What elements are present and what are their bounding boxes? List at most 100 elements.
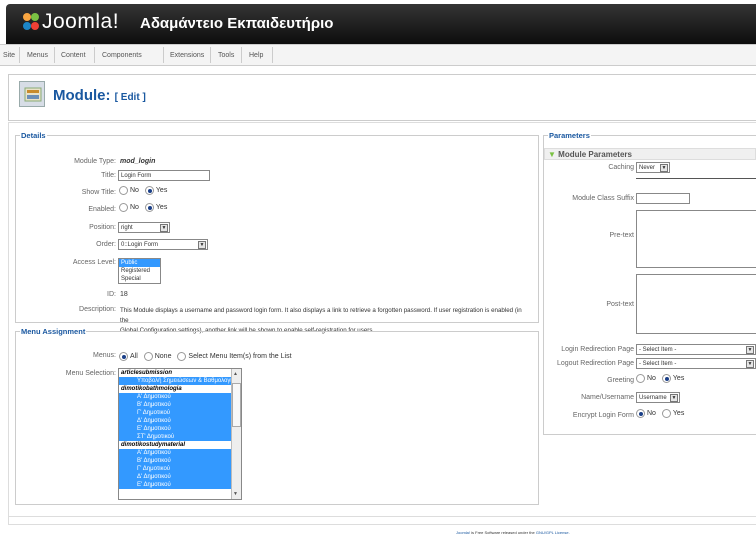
page-title-text: Module: — [53, 87, 111, 104]
site-name: Αδαμάντειο Εκπαιδευτήριο — [140, 15, 334, 32]
menus-select-radio[interactable] — [177, 352, 187, 361]
menu-option[interactable]: Γ' Δημοτικού — [119, 465, 241, 473]
menu-divider — [163, 47, 164, 63]
encrypt-login-label: Encrypt Login Form — [572, 412, 634, 419]
show-title-no-radio[interactable] — [119, 186, 128, 195]
content-box: Details Module Type: mod_login Title: Lo… — [8, 122, 756, 525]
name-username-select[interactable]: Username ▼ — [636, 392, 680, 403]
footer-joomla-link[interactable]: Joomla! — [456, 530, 470, 535]
menu-group-header[interactable]: dimotikostudymaterial — [119, 441, 241, 449]
menu-menus[interactable]: Menus — [27, 52, 48, 59]
parameters-divider — [636, 178, 756, 179]
access-level-list[interactable]: Public Registered Special — [118, 258, 161, 284]
chevron-up-icon[interactable]: ▲ — [233, 371, 238, 377]
menu-components[interactable]: Components — [102, 52, 142, 59]
menu-extensions[interactable]: Extensions — [170, 52, 204, 59]
show-title-yes-radio[interactable] — [144, 186, 154, 195]
login-redirect-value: - Select Item - — [639, 347, 677, 353]
menu-option[interactable]: Γ' Δημοτικού — [119, 409, 241, 417]
page-title-sub: [ Edit ] — [114, 92, 146, 103]
pretext-textarea[interactable] — [636, 210, 756, 268]
encrypt-no-label: No — [647, 410, 656, 417]
menu-option[interactable]: Ε' Δημοτικού — [119, 425, 241, 433]
menu-site[interactable]: Site — [3, 52, 15, 59]
menu-content[interactable]: Content — [61, 52, 86, 59]
enabled-yes-radio[interactable] — [144, 203, 154, 212]
access-option-public[interactable]: Public — [119, 259, 160, 267]
joomla-logo-icon — [23, 13, 39, 30]
class-suffix-input[interactable] — [636, 193, 690, 204]
menu-divider — [54, 47, 55, 63]
access-option-registered[interactable]: Registered — [119, 267, 160, 275]
order-select[interactable]: 0::Login Form ▼ — [118, 239, 208, 250]
id-value: 18 — [120, 291, 128, 298]
menu-option[interactable]: Υποβολή Σημειώσεων & Βαθμολογιών — [119, 377, 241, 385]
id-label: ID: — [107, 291, 116, 298]
title-input[interactable]: Login Form — [118, 170, 210, 181]
module-icon — [19, 81, 45, 107]
menu-group-header[interactable]: articlesubmission — [119, 369, 241, 377]
menu-option[interactable]: Β' Δημοτικού — [119, 457, 241, 465]
position-select-value: right — [121, 225, 133, 231]
footer-license-link[interactable]: GNU/GPL License. — [536, 530, 570, 535]
menu-help[interactable]: Help — [249, 52, 263, 59]
position-select[interactable]: right ▼ — [118, 222, 170, 233]
chevron-down-icon: ▼ — [670, 394, 678, 402]
encrypt-no-radio[interactable] — [636, 409, 645, 418]
menu-option[interactable]: Ε' Δημοτικού — [119, 481, 241, 489]
menu-option[interactable]: Δ' Δημοτικού — [119, 417, 241, 425]
menus-none-radio[interactable] — [143, 352, 153, 361]
menu-list-scrollbar[interactable]: ▲ ▼ — [231, 369, 241, 499]
logout-redirect-label: Logout Redirection Page — [556, 360, 634, 367]
expanded-arrow-icon: ▼ — [548, 150, 556, 159]
scroll-thumb[interactable] — [232, 383, 241, 427]
menu-tools[interactable]: Tools — [218, 52, 234, 59]
menu-divider — [241, 47, 242, 63]
menu-divider — [210, 47, 211, 63]
access-option-special[interactable]: Special — [119, 275, 160, 283]
caching-select[interactable]: Never ▼ — [636, 162, 670, 173]
module-parameters-header[interactable]: ▼ Module Parameters — [544, 148, 756, 160]
login-redirect-select[interactable]: - Select Item - ▼ — [636, 344, 756, 355]
logout-redirect-select[interactable]: - Select Item - ▼ — [636, 358, 756, 369]
parameters-fieldset: Parameters ▼ Module Parameters Caching N… — [543, 131, 756, 435]
pretext-label: Pre-text — [609, 232, 634, 239]
menus-all-label: All — [130, 353, 138, 360]
page-toolbar: Module: [ Edit ] — [8, 74, 756, 121]
details-legend: Details — [21, 131, 46, 140]
menu-option[interactable]: Δ' Δημοτικού — [119, 473, 241, 481]
joomla-logo-text: Joomla! — [42, 10, 120, 33]
posttext-textarea[interactable] — [636, 274, 756, 334]
chevron-down-icon: ▼ — [160, 224, 168, 232]
menu-selection-list[interactable]: articlesubmission Υποβολή Σημειώσεων & Βα… — [118, 368, 242, 500]
menus-all-radio[interactable] — [119, 352, 128, 361]
menu-selection-label: Menu Selection: — [65, 370, 116, 377]
enabled-label: Enabled: — [88, 206, 116, 213]
details-fieldset: Details Module Type: mod_login Title: Lo… — [15, 131, 539, 334]
show-title-label: Show Title: — [81, 189, 116, 196]
class-suffix-label: Module Class Suffix — [572, 195, 634, 202]
encrypt-yes-radio[interactable] — [661, 409, 671, 418]
name-username-label: Name/Username — [581, 394, 634, 401]
greeting-yes-radio[interactable] — [661, 374, 671, 383]
encrypt-yes-label: Yes — [672, 410, 685, 417]
menu-divider — [272, 47, 273, 63]
menus-none-label: None — [154, 353, 172, 360]
show-title-no-label: No — [130, 187, 139, 194]
menu-group-header[interactable]: dimotikobathmologia — [119, 385, 241, 393]
enabled-no-radio[interactable] — [119, 203, 128, 212]
menu-option[interactable]: ΣΤ' Δημοτικού — [119, 433, 241, 441]
menu-option[interactable]: Β' Δημοτικού — [119, 401, 241, 409]
greeting-no-label: No — [647, 375, 656, 382]
chevron-down-icon: ▼ — [198, 241, 206, 249]
footer-text: Joomla! is Free Software released under … — [456, 530, 570, 535]
footer-free-software-text: is Free Software released under the — [470, 530, 536, 535]
menu-option[interactable]: Α' Δημοτικού — [119, 449, 241, 457]
chevron-down-icon[interactable]: ▼ — [233, 491, 238, 497]
menu-option[interactable]: Α' Δημοτικού — [119, 393, 241, 401]
menu-divider — [19, 47, 20, 63]
chevron-down-icon: ▼ — [746, 360, 754, 368]
caching-select-value: Never — [639, 165, 656, 171]
menu-assignment-legend: Menu Assignment — [21, 327, 86, 336]
greeting-no-radio[interactable] — [636, 374, 645, 383]
